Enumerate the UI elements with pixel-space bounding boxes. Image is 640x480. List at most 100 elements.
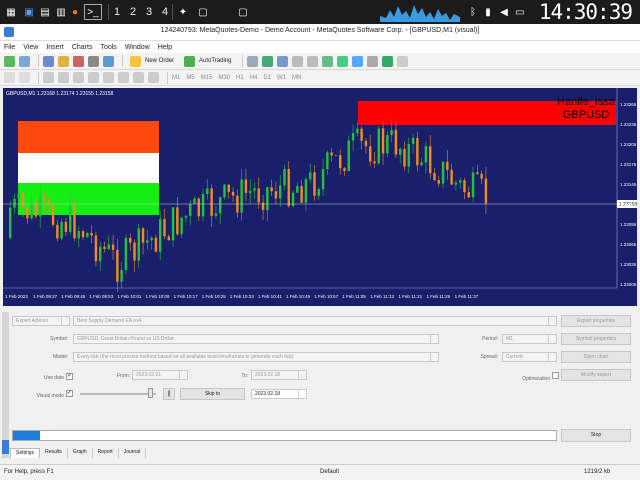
tab-graph[interactable]: Graph bbox=[68, 448, 93, 458]
speed-slider-handle[interactable] bbox=[148, 388, 153, 398]
price-chart[interactable]: 1.231581.232651.232351.232051.231751.231… bbox=[3, 88, 637, 306]
tf-m1[interactable]: M1 bbox=[172, 75, 180, 81]
symbol-select[interactable]: GBPUSD, Great Britain Pound vs US Dollar bbox=[73, 334, 439, 344]
menu-tools[interactable]: Tools bbox=[100, 44, 116, 51]
clipboard-icon[interactable]: ▭ bbox=[514, 4, 526, 20]
desktop-1[interactable]: 1 bbox=[112, 4, 122, 20]
terminal-panel-icon[interactable] bbox=[88, 55, 99, 67]
battery-icon[interactable]: ▮ bbox=[482, 4, 494, 20]
speed-slider[interactable] bbox=[80, 393, 156, 395]
expert-select[interactable]: Best Supply Demand EA.ex4 bbox=[73, 316, 557, 326]
new-order-button[interactable]: New Order bbox=[127, 55, 177, 68]
use-date-checkbox[interactable]: ✓ bbox=[66, 373, 73, 380]
autoscroll-icon[interactable] bbox=[337, 55, 349, 67]
menu-file[interactable]: File bbox=[4, 44, 15, 51]
skip-date-field[interactable]: 2023.02.18 bbox=[251, 389, 307, 399]
type-select[interactable]: Expert Advisor bbox=[12, 316, 70, 326]
indicators-icon[interactable] bbox=[367, 55, 379, 67]
text-icon[interactable] bbox=[118, 72, 129, 83]
channel-icon[interactable] bbox=[88, 72, 99, 83]
candle-body bbox=[244, 179, 248, 193]
visual-mode-checkbox[interactable]: ✓ bbox=[66, 390, 73, 397]
candle-body bbox=[77, 231, 80, 239]
horizontal-line-icon[interactable] bbox=[58, 72, 69, 83]
time-tick-label: 1 Feb 11:37 bbox=[455, 294, 479, 299]
model-select[interactable]: Every tick (the most precise method base… bbox=[73, 352, 439, 362]
symbol-properties-button[interactable]: Symbol properties bbox=[561, 333, 631, 345]
tf-w1[interactable]: W1 bbox=[277, 75, 286, 81]
tester-icon[interactable] bbox=[103, 55, 114, 67]
chevron-down-icon bbox=[548, 353, 556, 361]
chart-window[interactable]: 1.23158 1.23265 1.23235 1.23205 1.23175 1.231… bbox=[3, 88, 637, 306]
document-icon[interactable]: ▥ bbox=[54, 4, 68, 20]
zoom-out-icon[interactable] bbox=[307, 55, 319, 67]
menu-charts[interactable]: Charts bbox=[72, 44, 93, 51]
trendline-icon[interactable] bbox=[73, 72, 84, 83]
market-watch-icon[interactable] bbox=[43, 55, 54, 67]
tf-d1[interactable]: D1 bbox=[263, 75, 271, 81]
tab-settings[interactable]: Settings bbox=[10, 448, 41, 458]
layout-icon[interactable]: ▦ bbox=[4, 4, 18, 20]
modify-expert-button[interactable]: Modify expert bbox=[561, 369, 631, 381]
navigator-icon[interactable] bbox=[73, 55, 84, 67]
crosshair-icon[interactable] bbox=[19, 72, 30, 83]
vertical-line-icon[interactable] bbox=[43, 72, 54, 83]
spread-select[interactable]: Current bbox=[502, 352, 557, 362]
app-icon-2[interactable]: ▢ bbox=[196, 4, 210, 20]
browser-icon[interactable]: ▣ bbox=[22, 4, 36, 20]
menu-view[interactable]: View bbox=[23, 44, 38, 51]
app-icon-1[interactable]: ✦ bbox=[176, 4, 190, 20]
tf-mn[interactable]: MN bbox=[292, 75, 301, 81]
bluetooth-icon[interactable]: ᛒ bbox=[468, 4, 478, 20]
app-icon-3[interactable]: ▢ bbox=[236, 4, 250, 20]
desktop-3[interactable]: 3 bbox=[144, 4, 154, 20]
time-tick-label: 1 Feb 09:45 bbox=[61, 294, 86, 299]
tab-results[interactable]: Results bbox=[40, 448, 68, 458]
from-date-field[interactable]: 2023.02.01 bbox=[132, 370, 188, 380]
new-chart-icon[interactable] bbox=[4, 55, 15, 67]
candlestick-icon[interactable] bbox=[262, 55, 274, 67]
tile-windows-icon[interactable] bbox=[322, 55, 334, 67]
profiles-icon[interactable] bbox=[19, 55, 30, 67]
arrows-icon[interactable] bbox=[148, 72, 159, 83]
stop-button[interactable]: Stop bbox=[561, 429, 631, 442]
fibonacci-icon[interactable] bbox=[103, 72, 114, 83]
firefox-icon[interactable]: ● bbox=[68, 4, 82, 20]
zoom-in-icon[interactable] bbox=[292, 55, 304, 67]
candle-body bbox=[184, 215, 188, 218]
tab-report[interactable]: Report bbox=[93, 448, 119, 458]
tf-m15[interactable]: M15 bbox=[201, 75, 213, 81]
tab-journal[interactable]: Journal bbox=[119, 448, 147, 458]
optimization-checkbox[interactable] bbox=[552, 372, 559, 379]
label-icon[interactable] bbox=[133, 72, 144, 83]
tf-h4[interactable]: H4 bbox=[250, 75, 258, 81]
line-chart-icon[interactable] bbox=[277, 55, 289, 67]
expert-properties-button[interactable]: Expert properties bbox=[561, 315, 631, 327]
tf-m5[interactable]: M5 bbox=[186, 75, 194, 81]
desktop-2[interactable]: 2 bbox=[128, 4, 138, 20]
skip-to-button[interactable]: Skip to bbox=[180, 388, 245, 400]
data-window-icon[interactable] bbox=[58, 55, 69, 67]
bar-chart-icon[interactable] bbox=[247, 55, 259, 67]
menu-window[interactable]: Window bbox=[125, 44, 150, 51]
period-select[interactable]: M1 bbox=[502, 334, 557, 344]
candle-body bbox=[454, 182, 458, 185]
candle-body bbox=[51, 204, 55, 225]
volume-icon[interactable]: ◀ bbox=[498, 4, 510, 20]
pause-button[interactable]: || bbox=[163, 388, 175, 400]
desktop-4[interactable]: 4 bbox=[160, 4, 170, 20]
files-icon[interactable]: ▤ bbox=[38, 4, 52, 20]
open-chart-button[interactable]: Open chart bbox=[561, 351, 631, 363]
chart-shift-icon[interactable] bbox=[352, 55, 364, 67]
templates-icon[interactable] bbox=[397, 55, 409, 67]
cursor-icon[interactable] bbox=[4, 72, 15, 83]
periods-icon[interactable] bbox=[382, 55, 394, 67]
tester-sidebar-tab[interactable] bbox=[2, 440, 9, 454]
tf-h1[interactable]: H1 bbox=[236, 75, 244, 81]
terminal-icon[interactable]: >_ bbox=[84, 4, 102, 20]
to-date-field[interactable]: 2023.02.18 bbox=[251, 370, 307, 380]
tf-m30[interactable]: M30 bbox=[218, 75, 230, 81]
autotrading-button[interactable]: AutoTrading bbox=[181, 55, 234, 68]
menu-insert[interactable]: Insert bbox=[46, 44, 64, 51]
menu-help[interactable]: Help bbox=[158, 44, 172, 51]
